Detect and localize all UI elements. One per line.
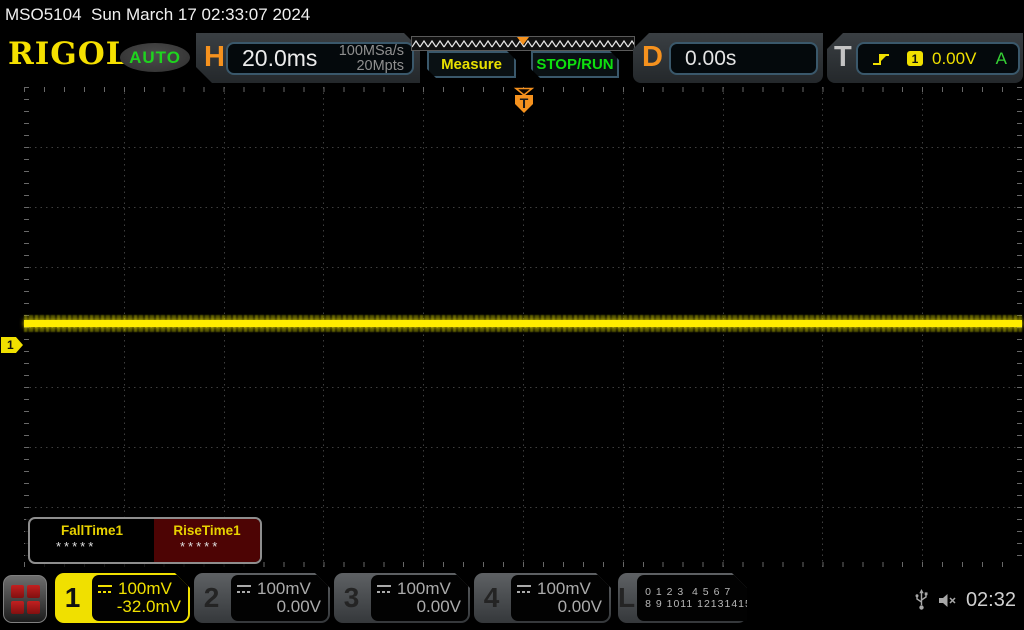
channel-offset: -32.0mV	[116, 596, 181, 616]
bottom-bar: 1 100mV -32.0mV 2 100mV 0.00V 3 100mV 0.…	[0, 570, 1024, 630]
horizontal-settings-group[interactable]: H 20.0ms 100MSa/s 20Mpts	[196, 33, 420, 83]
delay-field[interactable]: 0.00s	[669, 42, 818, 75]
trigger-settings-group[interactable]: T 1 0.00V A	[827, 33, 1023, 83]
trigger-field[interactable]: 1 0.00V A	[856, 42, 1020, 75]
delay-value: 0.00s	[685, 46, 737, 70]
delay-label: D	[642, 41, 663, 73]
channel1-tab[interactable]: 1 100mV -32.0mV	[55, 573, 190, 623]
measurement-value: *****	[180, 539, 221, 554]
channel-number: 3	[343, 582, 360, 613]
memory-depth: 20Mpts	[356, 57, 404, 74]
menu-grid-icon	[10, 584, 40, 614]
sample-rate: 100MSa/s	[338, 42, 404, 59]
speaker-muted-icon	[938, 593, 956, 607]
timebase-value: 20.0ms	[242, 45, 318, 71]
channel-scale: 100mV	[537, 578, 591, 598]
channel-number: 2	[203, 582, 220, 613]
measurement-label: FallTime1	[60, 523, 124, 538]
trigger-position-pointer-icon	[517, 37, 529, 45]
trigger-edge-icon	[873, 53, 889, 65]
timebase-field[interactable]: 20.0ms 100MSa/s 20Mpts	[226, 42, 414, 75]
measurement-value: *****	[56, 539, 97, 554]
dc-coupling-icon	[516, 584, 532, 594]
channel4-tab[interactable]: 4 100mV 0.00V	[474, 573, 611, 623]
channel-number: 1	[64, 582, 81, 613]
measurement-falltime[interactable]: FallTime1 *****	[30, 519, 154, 562]
dc-coupling-icon	[236, 584, 252, 594]
logic-analyzer-tab[interactable]: L 0 1 2 3 4 5 6 7 8 9 1011 12131415	[618, 573, 747, 623]
main-menu-button[interactable]	[3, 575, 47, 623]
waveform-position-bar[interactable]	[411, 36, 635, 51]
channel2-tab[interactable]: 2 100mV 0.00V	[194, 573, 330, 623]
acquisition-mode-badge: AUTO	[120, 43, 190, 72]
graticule: T	[24, 87, 1022, 567]
model-and-datetime: MSO5104 Sun March 17 02:33:07 2024	[5, 5, 311, 24]
usb-icon	[915, 589, 928, 610]
channel-scale: 100mV	[397, 578, 451, 598]
channel3-tab[interactable]: 3 100mV 0.00V	[334, 573, 470, 623]
clock: 02:32	[965, 588, 1016, 611]
measurement-results-box: FallTime1 ***** RiseTime1 *****	[28, 517, 262, 564]
status-title-bar: MSO5104 Sun March 17 02:33:07 2024	[0, 0, 1024, 30]
logic-analyzer-label: L	[618, 582, 636, 613]
scope-display: T 1 FallTime1 ***** RiseTime1 *****	[0, 86, 1024, 570]
rigol-logo: RIGOL	[8, 36, 129, 72]
dc-coupling-icon	[376, 584, 392, 594]
trigger-level-value: 0.00V	[932, 48, 977, 68]
digital-channels-row1: 0 1 2 3 4 5 6 7	[645, 586, 732, 598]
channel-number: 4	[483, 582, 500, 613]
measurement-risetime[interactable]: RiseTime1 *****	[154, 519, 260, 562]
trigger-sweep-mode: A	[995, 48, 1007, 68]
trigger-label: T	[834, 41, 852, 73]
channel1-position-marker[interactable]: 1	[1, 337, 23, 353]
svg-text:T: T	[520, 95, 529, 111]
status-icons: 02:32	[914, 570, 1016, 630]
channel-scale: 100mV	[257, 578, 311, 598]
header-bar: RIGOL AUTO H 20.0ms 100MSa/s 20Mpts Meas…	[0, 30, 1024, 85]
channel-scale: 100mV	[118, 578, 172, 598]
horizontal-label: H	[204, 41, 225, 73]
digital-channels-row2: 8 9 1011 12131415	[645, 598, 752, 610]
trigger-source-badge: 1	[907, 51, 923, 66]
dc-coupling-icon	[97, 584, 113, 594]
delay-settings-group[interactable]: D 0.00s	[633, 33, 823, 83]
acquisition-rates: 100MSa/s 20Mpts	[339, 44, 412, 74]
channel-offset: 0.00V	[557, 596, 602, 616]
stop-run-button[interactable]: STOP/RUN	[531, 51, 619, 78]
channel-offset: 0.00V	[276, 596, 321, 616]
channel1-trace	[24, 320, 1022, 327]
trigger-position-marker[interactable]: T	[512, 87, 536, 115]
measurement-label: RiseTime1	[173, 523, 241, 538]
channel-offset: 0.00V	[416, 596, 461, 616]
measure-button[interactable]: Measure	[427, 51, 516, 78]
